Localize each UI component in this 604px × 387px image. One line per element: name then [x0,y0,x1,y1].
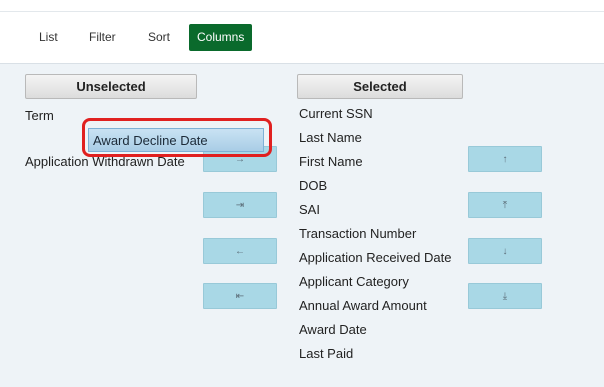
selected-item[interactable]: Annual Award Amount [299,296,427,316]
tab-list[interactable]: List [31,24,66,51]
columns-dialog: List Filter Sort Columns Unselected Sele… [0,0,604,387]
selected-item[interactable]: First Name [299,152,363,172]
move-to-bottom-button[interactable]: ⤓ [468,283,542,309]
move-up-button[interactable]: ↑ [468,146,542,172]
unselected-item-application-withdrawn-date[interactable]: Application Withdrawn Date [25,152,185,172]
selected-item[interactable]: Application Received Date [299,248,451,268]
selected-item[interactable]: Applicant Category [299,272,409,292]
tab-sort[interactable]: Sort [140,24,178,51]
selected-item[interactable]: DOB [299,176,327,196]
selected-item[interactable]: SAI [299,200,320,220]
selected-item[interactable]: Award Date [299,320,367,340]
remove-column-button[interactable]: ← [203,238,277,264]
tab-filter[interactable]: Filter [81,24,124,51]
dragged-item-award-decline-date[interactable]: Award Decline Date [88,128,264,152]
unselected-header: Unselected [25,74,197,99]
move-to-top-button[interactable]: ⤒ [468,192,542,218]
remove-all-columns-button[interactable]: ⇤ [203,283,277,309]
add-all-columns-button[interactable]: ⇥ [203,192,277,218]
unselected-item-term[interactable]: Term [25,106,54,126]
selected-header: Selected [297,74,463,99]
selected-item[interactable]: Transaction Number [299,224,416,244]
selected-item[interactable]: Current SSN [299,104,373,124]
tab-columns[interactable]: Columns [189,24,253,51]
selected-item[interactable]: Last Paid [299,344,353,364]
move-down-button[interactable]: ↓ [468,238,542,264]
selected-item[interactable]: Last Name [299,128,362,148]
tab-bar-top-border [0,0,604,12]
tab-bar: List Filter Sort Columns [0,0,604,63]
